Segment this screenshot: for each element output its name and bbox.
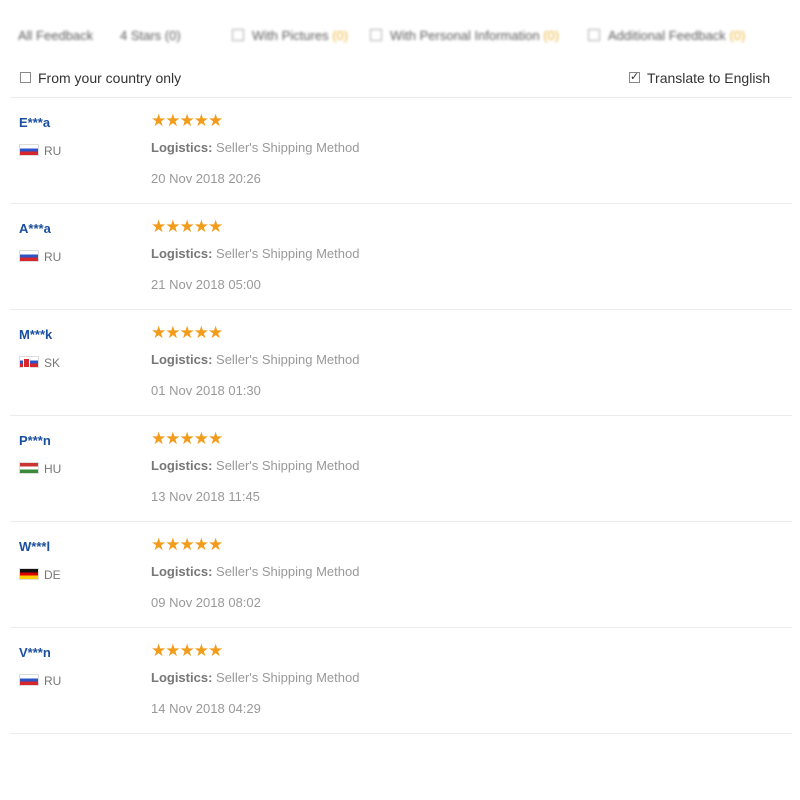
filter-additional-feedback[interactable]: Additional Feedback (0): [588, 28, 745, 43]
checkbox[interactable]: [232, 29, 244, 41]
star-icon: ★: [193, 323, 209, 342]
filter-4-stars[interactable]: 4 Stars (0): [120, 28, 181, 43]
review-item: A***a RU ★★★★★ Logistics: Seller's Shipp…: [10, 204, 792, 310]
review-item: W***l DE ★★★★★ Logistics: Seller's Shipp…: [10, 522, 792, 628]
reviewer-country: SK: [19, 356, 60, 370]
review-date: 13 Nov 2018 11:45: [151, 489, 260, 504]
checkbox[interactable]: [588, 29, 600, 41]
review-date: 21 Nov 2018 05:00: [151, 277, 261, 292]
star-icon: ★: [208, 323, 223, 342]
reviewer-country: DE: [19, 568, 61, 582]
star-icon: ★: [208, 429, 223, 448]
star-icon: ★: [208, 641, 223, 660]
star-icon: ★: [208, 535, 223, 554]
logistics-info: Logistics: Seller's Shipping Method: [151, 246, 360, 261]
logistics-info: Logistics: Seller's Shipping Method: [151, 670, 360, 685]
star-rating: ★★★★★: [151, 429, 223, 448]
star-icon: ★: [165, 111, 180, 130]
star-icon: ★: [165, 323, 180, 342]
star-icon: ★: [165, 641, 180, 660]
logistics-info: Logistics: Seller's Shipping Method: [151, 140, 360, 155]
star-icon: ★: [151, 323, 166, 342]
review-item: E***a RU ★★★★★ Logistics: Seller's Shipp…: [10, 98, 792, 204]
filter-with-pictures[interactable]: With Pictures (0): [232, 28, 348, 43]
checkbox[interactable]: [370, 29, 382, 41]
ru-flag-icon: [19, 144, 39, 156]
filter-all-feedback[interactable]: All Feedback: [18, 28, 93, 43]
country-only-checkbox[interactable]: [20, 72, 31, 83]
reviewer-country: RU: [19, 674, 61, 688]
hu-flag-icon: [19, 462, 39, 474]
star-icon: ★: [179, 217, 195, 236]
star-icon: ★: [165, 535, 180, 554]
star-rating: ★★★★★: [151, 323, 223, 342]
review-date: 20 Nov 2018 20:26: [151, 171, 261, 186]
country-only-label[interactable]: From your country only: [38, 70, 181, 86]
star-icon: ★: [208, 111, 223, 130]
filter-with-personal-info[interactable]: With Personal Information (0): [370, 28, 559, 43]
review-date: 09 Nov 2018 08:02: [151, 595, 261, 610]
top-filter-bar: All Feedback 4 Stars (0) With Pictures (…: [0, 0, 800, 52]
star-icon: ★: [179, 429, 195, 448]
reviewer-country: RU: [19, 250, 61, 264]
review-item: V***n RU ★★★★★ Logistics: Seller's Shipp…: [10, 628, 792, 734]
star-icon: ★: [179, 111, 195, 130]
star-icon: ★: [151, 535, 166, 554]
star-rating: ★★★★★: [151, 641, 223, 660]
ru-flag-icon: [19, 674, 39, 686]
review-item: M***k SK ★★★★★ Logistics: Seller's Shipp…: [10, 310, 792, 416]
feedback-options: From your country only Translate to Engl…: [0, 68, 800, 90]
ru-flag-icon: [19, 250, 39, 262]
star-icon: ★: [193, 641, 209, 660]
star-icon: ★: [179, 641, 195, 660]
logistics-info: Logistics: Seller's Shipping Method: [151, 458, 360, 473]
review-date: 14 Nov 2018 04:29: [151, 701, 261, 716]
translate-label[interactable]: Translate to English: [647, 70, 770, 86]
review-item: P***n HU ★★★★★ Logistics: Seller's Shipp…: [10, 416, 792, 522]
logistics-info: Logistics: Seller's Shipping Method: [151, 352, 360, 367]
star-icon: ★: [165, 217, 180, 236]
star-icon: ★: [193, 217, 209, 236]
star-rating: ★★★★★: [151, 217, 223, 236]
de-flag-icon: [19, 568, 39, 580]
star-icon: ★: [151, 429, 166, 448]
reviewer-country: HU: [19, 462, 61, 476]
reviewer-name[interactable]: E***a: [19, 115, 50, 130]
reviewer-name[interactable]: W***l: [19, 539, 50, 554]
star-rating: ★★★★★: [151, 535, 223, 554]
star-icon: ★: [151, 217, 166, 236]
star-icon: ★: [179, 323, 195, 342]
star-icon: ★: [193, 429, 209, 448]
logistics-info: Logistics: Seller's Shipping Method: [151, 564, 360, 579]
star-icon: ★: [193, 535, 209, 554]
review-date: 01 Nov 2018 01:30: [151, 383, 261, 398]
reviewer-name[interactable]: P***n: [19, 433, 51, 448]
reviewer-name[interactable]: M***k: [19, 327, 52, 342]
star-icon: ★: [179, 535, 195, 554]
translate-checkbox[interactable]: [629, 70, 640, 83]
reviewer-name[interactable]: V***n: [19, 645, 51, 660]
star-icon: ★: [193, 111, 209, 130]
reviewer-name[interactable]: A***a: [19, 221, 51, 236]
star-icon: ★: [151, 111, 166, 130]
star-icon: ★: [208, 217, 223, 236]
review-list: E***a RU ★★★★★ Logistics: Seller's Shipp…: [10, 97, 792, 734]
reviewer-country: RU: [19, 144, 61, 158]
sk-flag-icon: [19, 356, 39, 368]
star-icon: ★: [165, 429, 180, 448]
star-rating: ★★★★★: [151, 111, 223, 130]
star-icon: ★: [151, 641, 166, 660]
